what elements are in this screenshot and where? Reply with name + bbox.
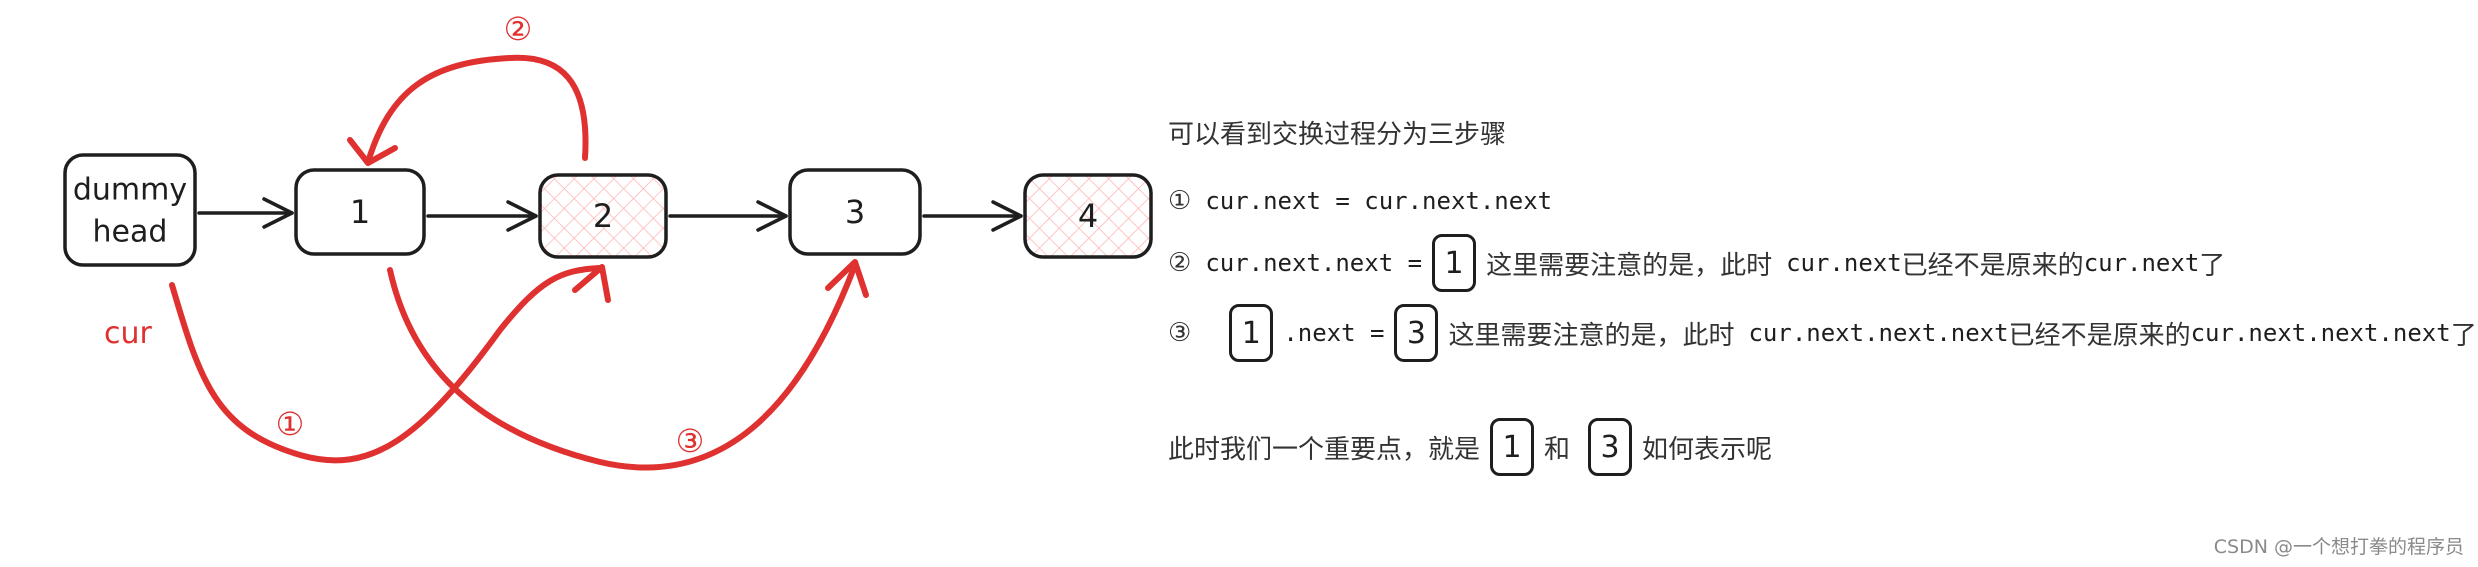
node-label: 2 [593,197,613,235]
step-2-code-end: cur.next [2083,249,2200,277]
notes-title-text: 可以看到交换过程分为三步骤 [1168,120,1507,150]
step-3-note-3: 了 [2450,320,2477,351]
step-1-line: ① cur.next = cur.next.next [1168,186,1552,216]
step-2-code: cur.next.next = [1205,249,1423,277]
step-2-marker: ② [504,10,533,48]
next-pointer-arrow [922,200,1023,232]
notes-title: 可以看到交换过程分为三步骤 [1168,114,1506,151]
step-3-code: .next = [1283,319,1385,347]
node-label: 3 [845,193,865,231]
step-2-note-3: 了 [2199,250,2226,281]
node-1-inline-box: 1 [1229,304,1274,362]
step-1-code: cur.next = cur.next.next [1205,187,1553,215]
linked-list-diagram: dummy head 1 2 3 4 ① ② ③ cur [63,10,1153,471]
list-node-n2: 2 [538,173,668,259]
summary-text: 此时我们一个重要点，就是 [1168,434,1481,465]
list-node-n3: 3 [788,168,922,256]
step-3-code-mid: cur.next.next.next [1748,319,2009,347]
node-1-inline-box: 1 [1490,418,1535,476]
node-label: 1 [350,193,370,231]
step-3-arrow: ③ [387,259,869,471]
step-3-code-end: cur.next.next.next [2190,319,2451,347]
next-pointer-arrow [668,200,788,232]
step-1-marker: ① [276,405,305,443]
list-node-dummy: dummy head [63,153,197,267]
node-label: head [93,215,168,250]
node-1-inline-box: 1 [1432,234,1477,292]
step-2-note: 这里需要注意的是，此时 [1486,250,1773,281]
step-3-note-2: 已经不是原来的 [2008,320,2191,351]
watermark: CSDN @一个想打拳的程序员 [2213,536,2464,558]
step-2-line: ② cur.next.next = 1 这里需要注意的是，此时 cur.next… [1168,234,2225,292]
step-3-marker: ③ [1168,318,1192,348]
summary-line: 此时我们一个重要点，就是 1 和 3 如何表示呢 [1168,418,1772,476]
step-3-line: ③ 1 .next = 3 这里需要注意的是，此时 cur.next.next.… [1168,304,2477,362]
step-1-arrow: ① [169,264,611,464]
node-3-inline-box: 3 [1394,304,1439,362]
node-label: dummy [73,173,187,208]
next-pointer-arrow [426,200,538,232]
step-2-code-mid: cur.next [1786,249,1902,277]
step-3-marker: ③ [676,422,705,460]
summary-and: 和 [1544,434,1571,465]
next-pointer-arrow [197,197,294,229]
step-1-marker: ① [1168,186,1192,216]
step-2-marker: ② [1168,248,1192,278]
step-2-arrow: ② [347,10,589,166]
node-3-inline-box: 3 [1588,418,1633,476]
list-node-n1: 1 [294,168,426,256]
step-2-note-2: 已经不是原来的 [1901,250,2084,281]
step-3-note: 这里需要注意的是，此时 [1448,320,1735,351]
summary-text-2: 如何表示呢 [1642,434,1773,465]
list-node-n4: 4 [1023,173,1153,259]
cur-pointer-label: cur [104,316,153,351]
node-label: 4 [1078,197,1098,235]
